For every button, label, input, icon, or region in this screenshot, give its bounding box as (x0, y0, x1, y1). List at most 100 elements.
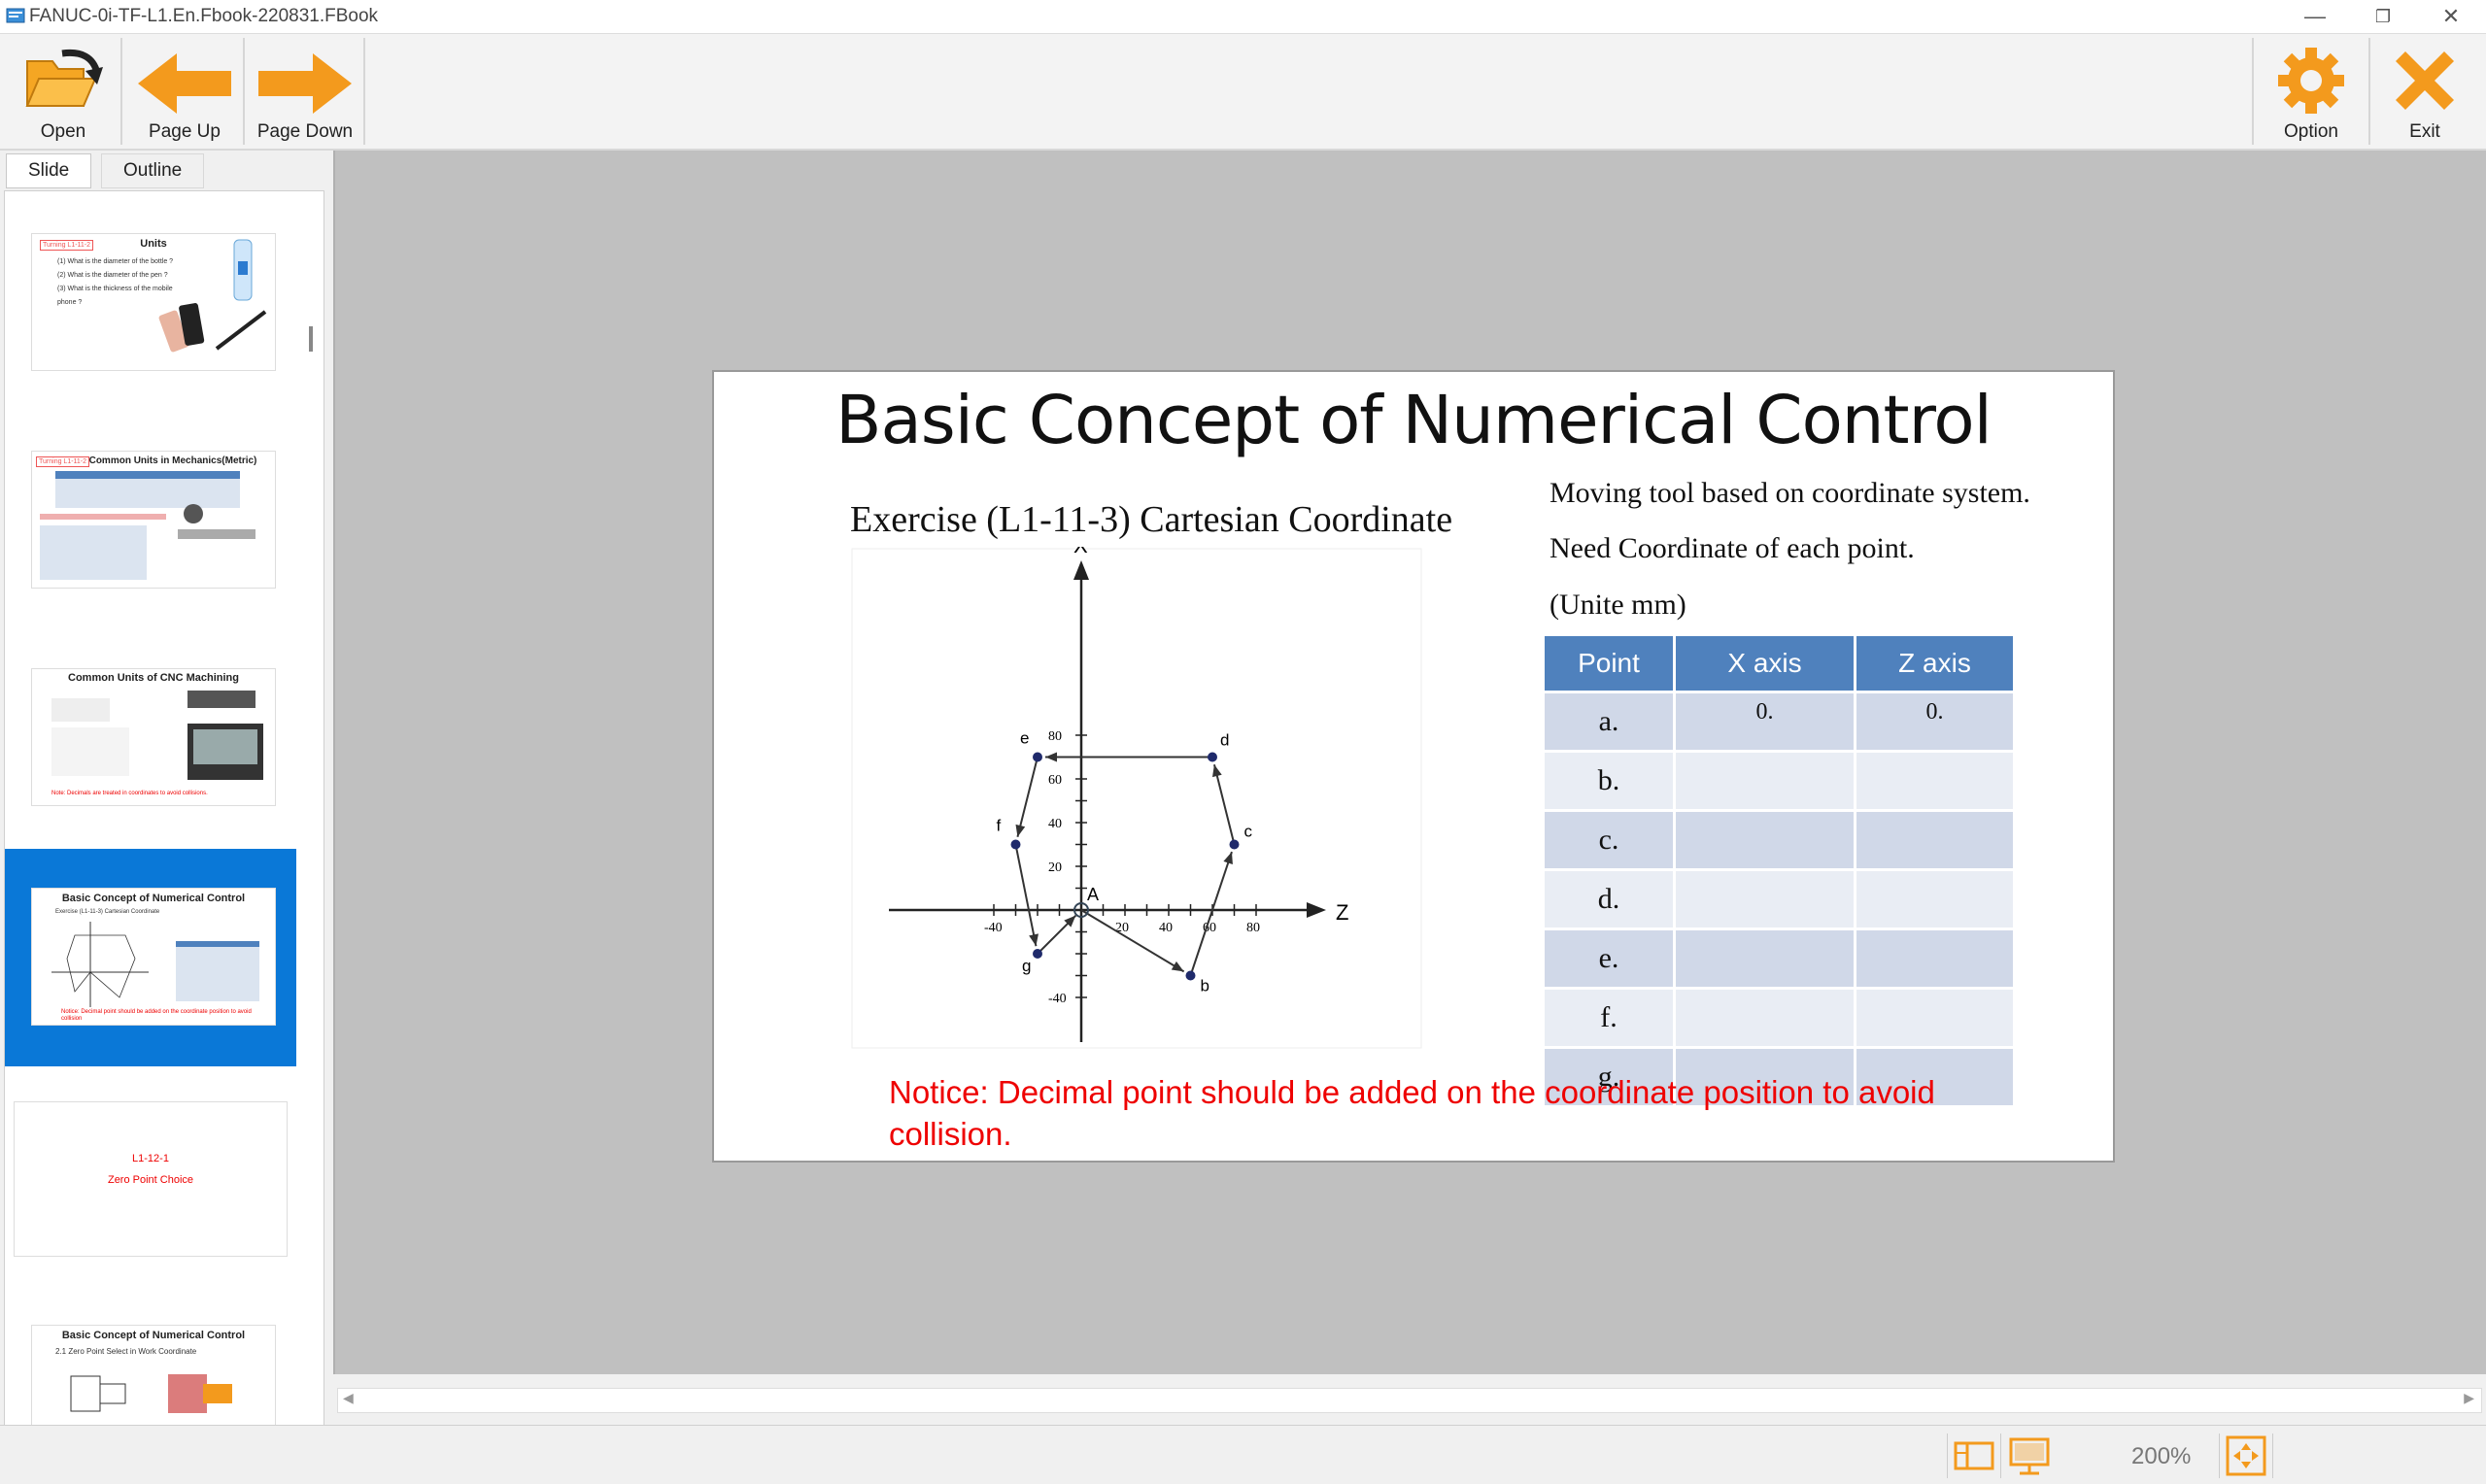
exit-button[interactable]: Exit (2370, 38, 2479, 145)
fit-window-icon (2226, 1435, 2266, 1476)
table-row: d. (1545, 871, 2016, 930)
scroll-left-icon[interactable]: ◀ (343, 1390, 354, 1406)
grid-guides (851, 548, 1422, 1049)
point-marker (1033, 752, 1042, 762)
point-marker (1033, 949, 1042, 959)
scroll-right-icon[interactable]: ▶ (2464, 1390, 2474, 1406)
x-value-cell (1676, 753, 1856, 812)
path-segment (1189, 851, 1233, 976)
x-tick-label: -40 (1048, 992, 1067, 1006)
header-point: Point (1545, 636, 1676, 693)
table-row: b. (1545, 753, 2016, 812)
scrollbar-track[interactable] (337, 1388, 2482, 1413)
restore-button[interactable]: ❐ (2349, 0, 2417, 33)
x-axis-label: X (1073, 547, 1088, 557)
page-down-button[interactable]: Page Down (247, 38, 365, 145)
restore-icon: ❐ (2374, 6, 2392, 26)
x-value-cell (1676, 990, 1856, 1049)
thumb-title: Common Units in Mechanics(Metric) (88, 455, 257, 466)
x-value-cell: 0. (1676, 693, 1856, 753)
tab-outline[interactable]: Outline (101, 153, 205, 188)
arrow-right-icon (258, 53, 352, 114)
thumb-subtitle: Zero Point Choice (107, 1174, 194, 1186)
coordinate-diagram: Z X A -40 20 40 60 80 80 60 40 20 -40 b c d e f g (851, 547, 1422, 1049)
zoom-level: 200% (2131, 1443, 2192, 1469)
path-segment (1212, 764, 1236, 845)
thumb-cnc-illustration (51, 691, 263, 780)
horizontal-scrollbar[interactable]: ◀ ▶ (333, 1374, 2486, 1425)
point-marker (1185, 970, 1196, 981)
point-label: c (1244, 823, 1253, 841)
instruction-line-3: (Unite mm) (1549, 589, 1686, 621)
table-row: c. (1545, 812, 2016, 871)
table-row: f. (1545, 990, 2016, 1049)
point-cell: b. (1545, 753, 1676, 812)
gear-icon (2278, 48, 2344, 114)
presentation-view-button[interactable] (2003, 1433, 2056, 1478)
close-x-icon (2396, 51, 2454, 110)
notice-text: Notice: Decimal point should be added on… (889, 1074, 1935, 1152)
thumb-table-illustration (40, 471, 255, 580)
status-bar: 200% (0, 1425, 2486, 1484)
z-value-cell (1856, 812, 2016, 871)
path-segment (1080, 909, 1185, 973)
slide-title: Basic Concept of Numerical Control (835, 382, 1992, 459)
x-value-cell (1676, 930, 1856, 990)
instruction-line-2: Need Coordinate of each point. (1549, 532, 1915, 564)
thumb-photo-illustration (158, 239, 267, 353)
tab-slide[interactable]: Slide (6, 153, 92, 188)
table-row: e. (1545, 930, 2016, 990)
arrow-head (1029, 933, 1039, 947)
arrow-left-icon (138, 53, 231, 114)
point-label: f (997, 817, 1002, 835)
thumb-title: Basic Concept of Numerical Control (61, 893, 246, 904)
open-button[interactable]: Open (6, 38, 122, 145)
exit-label: Exit (2409, 121, 2440, 142)
slide-thumbnail-3[interactable]: Common Units of CNC Machining Note: Deci… (32, 669, 275, 805)
current-slide: Basic Concept of Numerical Control Exerc… (712, 370, 2115, 1163)
z-tick-label: 20 (1115, 921, 1129, 935)
point-cell: c. (1545, 812, 1676, 871)
arrow-head (1171, 961, 1184, 972)
z-value-cell: 0. (1856, 693, 2016, 753)
header-z-axis: Z axis (1856, 636, 2016, 693)
z-tick-label: 40 (1159, 921, 1173, 935)
point-marker (1229, 839, 1240, 850)
thumb-title: L1-12-1 (132, 1153, 169, 1164)
instruction-line-1: Moving tool based on coordinate system. (1549, 477, 2030, 509)
app-icon (6, 8, 25, 23)
normal-view-button[interactable] (1947, 1433, 2001, 1478)
slide-thumbnail-4[interactable]: Basic Concept of Numerical Control Exerc… (32, 889, 275, 1025)
side-panel-scrollbar[interactable] (309, 326, 313, 352)
option-button[interactable]: Option (2252, 38, 2370, 145)
z-tick-label: 80 (1246, 921, 1260, 935)
point-cell: a. (1545, 693, 1676, 753)
table-row: a. 0. 0. (1545, 693, 2016, 753)
z-axis-label: Z (1336, 900, 1348, 925)
z-value-cell (1856, 930, 2016, 990)
arrow-head (1223, 852, 1233, 865)
x-tick-label: 60 (1048, 773, 1062, 788)
fit-to-window-button[interactable] (2219, 1433, 2273, 1478)
point-label: b (1201, 977, 1209, 995)
point-label: g (1022, 957, 1031, 975)
slide-thumbnail-2[interactable]: Turning L1-11-2 Common Units in Mechanic… (32, 452, 275, 588)
close-window-button[interactable]: ✕ (2417, 0, 2485, 33)
x-tick-label: 40 (1048, 817, 1062, 831)
x-tick-label: 80 (1048, 729, 1062, 744)
arrow-head (1045, 752, 1057, 762)
open-label: Open (40, 121, 86, 142)
slide-thumbnail-6[interactable]: Basic Concept of Numerical Control 2.1 Z… (32, 1326, 275, 1425)
slide-thumbnail-5[interactable]: L1-12-1 Zero Point Choice (15, 1102, 287, 1256)
exercise-title: Exercise (L1-11-3) Cartesian Coordinate (850, 499, 1453, 540)
monitor-icon (2009, 1437, 2050, 1475)
minimize-button[interactable]: — (2281, 0, 2349, 33)
thumb-title: Common Units of CNC Machining (68, 672, 239, 684)
x-value-cell (1676, 812, 1856, 871)
thumb-coordinate-illustration (51, 922, 259, 1007)
slide-thumbnail-1[interactable]: Turning L1-11-2 Units (1) What is the di… (32, 234, 275, 370)
toolbar: Open Page Up Page Down Option Exit (0, 34, 2486, 151)
page-up-button[interactable]: Page Up (126, 38, 245, 145)
window-title: FANUC-0i-TF-L1.En.Fbook-220831.FBook (29, 6, 379, 26)
point-marker (1010, 839, 1021, 850)
